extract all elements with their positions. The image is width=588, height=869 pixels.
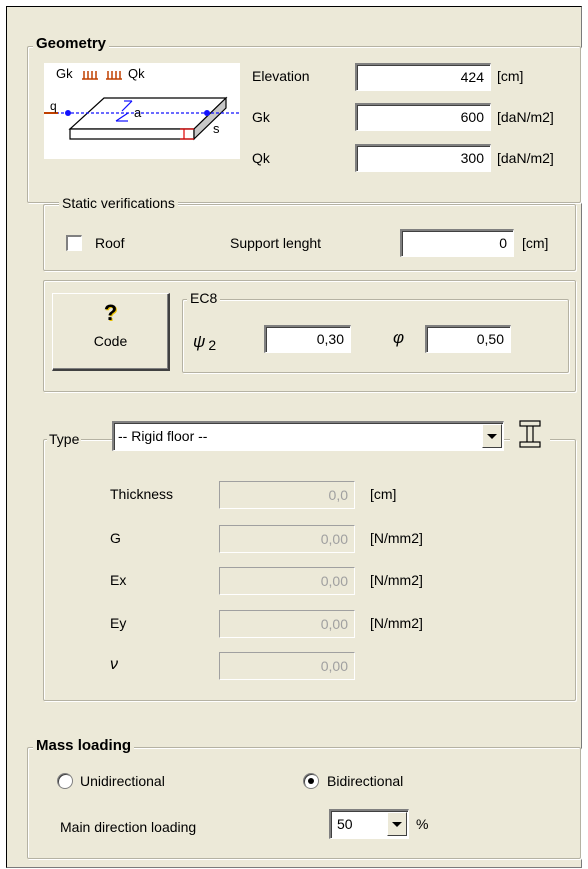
diagram-qk-label: Qk [128,66,145,81]
ey-input: 0,00 [219,610,355,638]
psi2-input[interactable]: 0,30 [264,325,351,353]
chevron-down-icon [392,822,402,827]
main-direction-dropdown-button[interactable] [387,812,407,836]
question-mark-icon: ? [103,300,118,325]
qk-unit: [daN/m2] [497,150,554,166]
ex-input: 0,00 [219,567,355,595]
bidirectional-radio[interactable] [303,773,319,789]
nu-label: ν [110,656,118,673]
main-direction-select[interactable]: 50 [329,809,409,839]
diagram-q-label: q [50,99,57,113]
geometry-title: Geometry [33,36,110,52]
nu-input: 0,00 [219,652,355,680]
phi-input[interactable]: 0,50 [425,325,511,353]
type-label: Type [47,430,82,448]
gk-input[interactable]: 600 [355,103,491,131]
elevation-label: Elevation [252,68,310,84]
thickness-unit: [cm] [370,486,397,502]
slab-diagram-icon: Gk Qk q a s [44,66,240,141]
radio-selected-dot [308,778,314,784]
mass-loading-title: Mass loading [33,738,135,754]
thickness-label: Thickness [110,486,174,502]
main-direction-value: 50 [337,816,353,832]
percent-label: % [416,816,429,832]
gk-load-arrows [82,71,122,80]
ex-label: Ex [110,572,127,588]
g-unit: [N/mm2] [370,530,423,546]
psi-subscript: 2 [208,337,217,353]
i-beam-icon[interactable] [510,416,550,452]
diagram-gk-label: Gk [56,66,73,81]
ey-unit: [N/mm2] [370,615,423,631]
chevron-down-icon [487,434,497,439]
main-direction-label: Main direction loading [60,819,197,835]
elevation-unit: [cm] [497,68,524,84]
elevation-input[interactable]: 424 [355,63,491,91]
phi-label: φ [393,328,405,347]
roof-label[interactable]: Roof [95,234,125,252]
ey-label: Ey [110,615,127,631]
code-button[interactable]: ? Code [52,293,170,371]
floor-diagram: Gk Qk q a s [44,63,240,159]
support-length-input[interactable]: 0 [400,229,514,257]
bidirectional-label[interactable]: Bidirectional [327,772,403,790]
g-input: 0,00 [219,525,355,553]
code-button-label: Code [93,333,128,349]
type-select-value: -- Rigid floor -- [118,428,208,444]
type-select[interactable]: -- Rigid floor -- [112,421,504,451]
roof-checkbox[interactable] [66,235,82,251]
g-label: G [110,530,121,546]
support-length-label: Support lenght [230,235,322,251]
diagram-s-label: s [213,121,220,136]
qk-label: Qk [252,150,270,166]
psi-symbol: ψ [193,332,206,351]
thickness-input: 0,0 [219,481,355,509]
ex-unit: [N/mm2] [370,572,423,588]
ec8-title: EC8 [187,290,221,306]
qk-input[interactable]: 300 [355,144,491,172]
mass-loading-group [27,747,581,859]
gk-label: Gk [252,109,270,125]
unidirectional-label[interactable]: Unidirectional [80,772,165,790]
psi2-label: ψ2 [193,332,217,354]
static-verifications-title: Static verifications [59,195,178,211]
diagram-a-label: a [134,105,142,120]
support-length-unit: [cm] [522,235,549,251]
gk-unit: [daN/m2] [497,109,554,125]
properties-panel: Geometry Gk Qk q a s Elevation 424 [cm] … [6,6,582,868]
unidirectional-radio[interactable] [57,773,73,789]
type-select-dropdown-button[interactable] [482,424,502,448]
